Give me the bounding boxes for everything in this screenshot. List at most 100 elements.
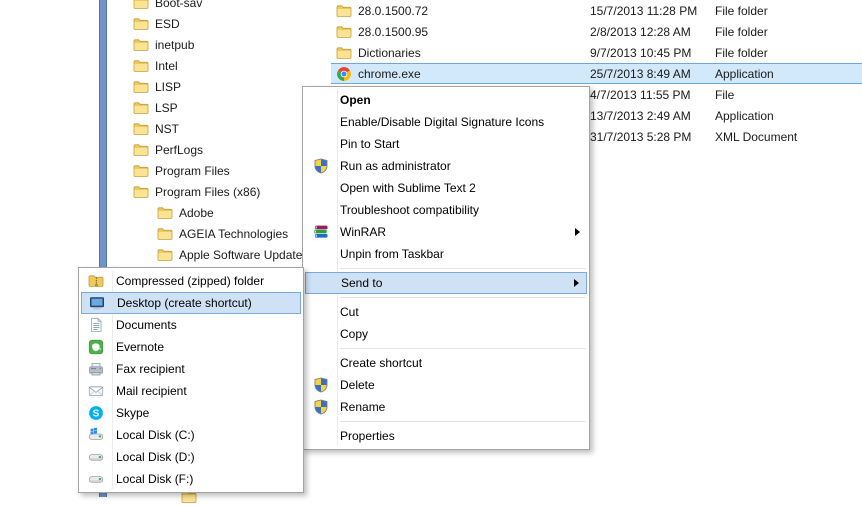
submenu-arrow-icon — [575, 228, 580, 236]
winrar-icon — [313, 224, 329, 240]
menu-item-winrar[interactable]: WinRAR — [305, 221, 587, 243]
menu-item-troubleshoot-compatibility[interactable]: Troubleshoot compatibility — [305, 199, 587, 221]
menu-item-local-disk-c[interactable]: Local Disk (C:) — [81, 424, 301, 446]
menu-item-local-disk-f[interactable]: Local Disk (F:) — [81, 468, 301, 490]
menu-item-label: Desktop (create shortcut) — [117, 296, 252, 310]
menu-item-documents[interactable]: Documents — [81, 314, 301, 336]
desktop-icon — [89, 295, 105, 311]
file-row-28-0-1500-72[interactable]: 28.0.1500.72 15/7/2013 11:28 PM File folde… — [331, 0, 862, 21]
menu-item-label: Open with Sublime Text 2 — [340, 181, 476, 195]
folder-icon — [133, 16, 149, 32]
tree-item-label: Adobe — [179, 205, 214, 220]
tree-item-lsp[interactable]: LSP — [133, 97, 302, 118]
menu-item-label: Evernote — [116, 340, 165, 354]
folder-icon — [133, 142, 149, 158]
menu-icon-gutter — [305, 399, 336, 415]
date-modified-cell: 13/7/2013 2:49 AM — [590, 108, 691, 123]
file-row-dictionaries[interactable]: Dictionaries 9/7/2013 10:45 PM File folder — [331, 42, 862, 63]
tree-item-label: Program Files (x86) — [155, 184, 261, 199]
folder-icon — [133, 37, 149, 53]
mail-icon — [88, 383, 104, 399]
date-modified-cell: 9/7/2013 10:45 PM — [590, 45, 692, 60]
menu-item-desktop-create-shortcut[interactable]: Desktop (create shortcut) — [81, 292, 301, 314]
menu-item-label: Delete — [340, 378, 375, 392]
date-modified-cell: 4/7/2013 11:55 PM — [590, 87, 691, 102]
tree-item-label: Boot-sav — [155, 0, 203, 10]
file-type-cell: Application — [715, 108, 774, 123]
tree-item-nst[interactable]: NST — [133, 118, 302, 139]
tree-item-label: LSP — [155, 100, 178, 115]
tree-item-program-files[interactable]: Program Files — [133, 160, 302, 181]
menu-item-pin-to-start[interactable]: Pin to Start — [305, 133, 587, 155]
menu-item-label: Compressed (zipped) folder — [116, 274, 265, 288]
file-name-cell: Dictionaries — [331, 45, 590, 61]
menu-separator — [340, 348, 586, 349]
menu-item-mail-recipient[interactable]: Mail recipient — [81, 380, 301, 402]
menu-item-send-to[interactable]: Send to — [305, 272, 587, 294]
menu-icon-gutter — [81, 361, 111, 377]
tree-item-ageia-technologies[interactable]: AGEIA Technologies — [133, 223, 302, 244]
tree-item-lisp[interactable]: LISP — [133, 76, 302, 97]
menu-item-label: Create shortcut — [340, 356, 423, 370]
menu-icon-gutter — [81, 427, 111, 443]
menu-item-compressed-zipped-folder[interactable]: Compressed (zipped) folder — [81, 270, 301, 292]
menu-item-label: Local Disk (F:) — [116, 472, 194, 486]
menu-icon-gutter — [81, 449, 111, 465]
menu-item-open[interactable]: Open — [305, 89, 587, 111]
send-to-submenu: Compressed (zipped) folder Desktop (creat… — [78, 267, 304, 493]
menu-item-enable-disable-digital-signature-icons[interactable]: Enable/Disable Digital Signature Icons — [305, 111, 587, 133]
menu-item-cut[interactable]: Cut — [305, 301, 587, 323]
menu-separator — [340, 268, 586, 269]
documents-icon — [88, 317, 104, 333]
folder-icon — [336, 24, 352, 40]
folder-icon — [133, 79, 149, 95]
menu-item-properties[interactable]: Properties — [305, 425, 587, 447]
menu-item-label: Mail recipient — [116, 384, 187, 398]
menu-item-create-shortcut[interactable]: Create shortcut — [305, 352, 587, 374]
file-type-cell: File folder — [715, 45, 768, 60]
menu-item-copy[interactable]: Copy — [305, 323, 587, 345]
tree-item-esd[interactable]: ESD — [133, 13, 302, 34]
tree-item-inetpub[interactable]: inetpub — [133, 34, 302, 55]
tree-item-intel[interactable]: Intel — [133, 55, 302, 76]
menu-icon-gutter: S — [81, 405, 111, 421]
menu-item-rename[interactable]: Rename — [305, 396, 587, 418]
menu-item-fax-recipient[interactable]: Fax recipient — [81, 358, 301, 380]
folder-icon — [133, 184, 149, 200]
menu-item-delete[interactable]: Delete — [305, 374, 587, 396]
tree-item-perflogs[interactable]: PerfLogs — [133, 139, 302, 160]
menu-item-label: Troubleshoot compatibility — [340, 203, 479, 217]
menu-item-open-with-sublime-text-2[interactable]: Open with Sublime Text 2 — [305, 177, 587, 199]
menu-item-local-disk-d[interactable]: Local Disk (D:) — [81, 446, 301, 468]
file-type-cell: File — [715, 87, 735, 102]
tree-item-boot-sav[interactable]: Boot-sav — [133, 0, 302, 13]
tree-item-apple-software-update[interactable]: Apple Software Update — [133, 244, 302, 265]
menu-item-label: Local Disk (D:) — [116, 450, 195, 464]
menu-item-unpin-from-taskbar[interactable]: Unpin from Taskbar — [305, 243, 587, 265]
folder-icon — [157, 226, 173, 242]
date-modified-cell: 31/7/2013 5:28 PM — [590, 129, 692, 144]
menu-item-evernote[interactable]: Evernote — [81, 336, 301, 358]
folder-tree: Boot-sav ESD inetpub Intel LISP LSP NST PerfLog… — [133, 0, 302, 265]
tree-item-adobe[interactable]: Adobe — [133, 202, 302, 223]
file-name: 28.0.1500.95 — [358, 24, 429, 39]
disk-icon — [88, 471, 104, 487]
menu-item-label: Skype — [116, 406, 150, 420]
tree-item-label: ESD — [155, 16, 180, 31]
menu-item-skype[interactable]: S Skype — [81, 402, 301, 424]
tree-item-label: Apple Software Update — [179, 247, 303, 262]
tree-item-label: inetpub — [155, 37, 195, 52]
svg-text:S: S — [93, 409, 100, 420]
tree-item-label: LISP — [155, 79, 182, 94]
date-modified-cell: 25/7/2013 8:49 AM — [590, 66, 691, 81]
context-menu: Open Enable/Disable Digital Signature Ico… — [302, 86, 590, 450]
folder-icon — [157, 247, 173, 263]
file-row-chrome-exe[interactable]: chrome.exe 25/7/2013 8:49 AM Application — [331, 63, 862, 84]
file-row-28-0-1500-95[interactable]: 28.0.1500.95 2/8/2013 12:28 AM File folder — [331, 21, 862, 42]
menu-item-label: Properties — [340, 429, 395, 443]
menu-separator — [340, 421, 586, 422]
menu-item-label: Local Disk (C:) — [116, 428, 195, 442]
menu-item-run-as-administrator[interactable]: Run as administrator — [305, 155, 587, 177]
tree-item-program-files-x86[interactable]: Program Files (x86) — [133, 181, 302, 202]
uac-shield-icon — [313, 399, 329, 415]
